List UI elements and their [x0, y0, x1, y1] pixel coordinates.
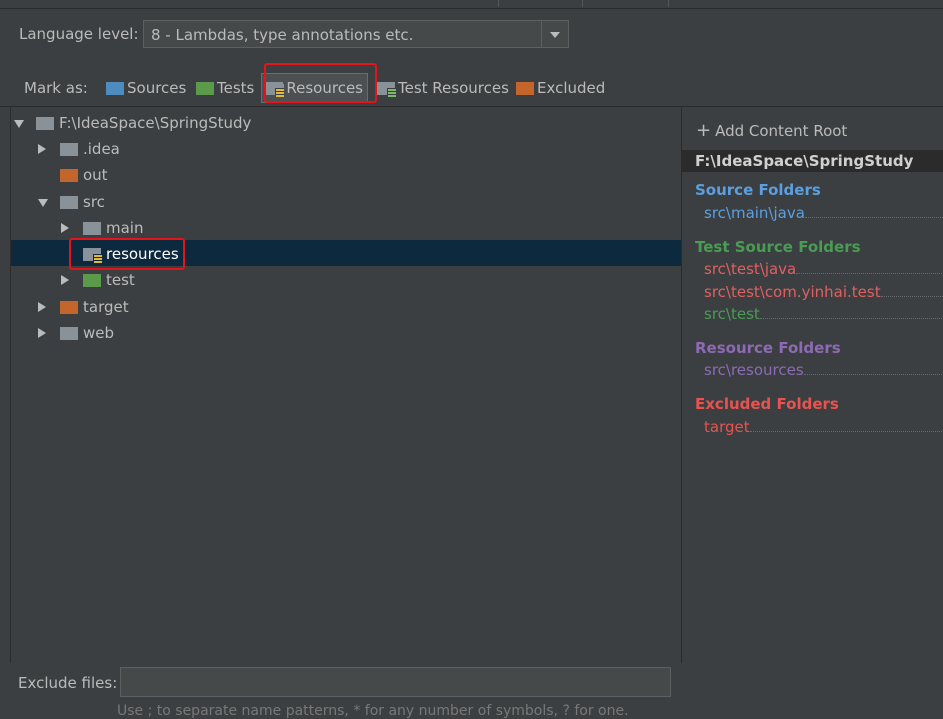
folder-icon: [60, 142, 78, 156]
tree-node-out[interactable]: out: [38, 162, 108, 188]
expand-arrow-icon[interactable]: [38, 140, 52, 158]
mark-tests-button[interactable]: Tests: [192, 73, 258, 103]
mark-tests-label: Tests: [217, 79, 255, 97]
language-level-select[interactable]: 8 - Lambdas, type annotations etc.: [143, 20, 569, 48]
test-source-folder-entry[interactable]: src\test\java: [704, 260, 943, 278]
add-content-root-button[interactable]: + Add Content Root: [696, 120, 847, 141]
exclude-files-input[interactable]: [120, 667, 671, 697]
folder-resources-icon: [266, 81, 285, 97]
exclude-files-label: Exclude files:: [18, 674, 118, 692]
excluded-folder-entry[interactable]: target: [704, 418, 943, 436]
mark-resources-button[interactable]: Resources: [261, 73, 368, 103]
mark-excluded-label: Excluded: [537, 79, 606, 97]
mark-sources-button[interactable]: Sources: [102, 73, 190, 103]
plus-icon: +: [696, 120, 712, 141]
tree-node-label: test: [106, 271, 135, 289]
excluded-folders-title: Excluded Folders: [695, 395, 839, 413]
add-content-root-label: Add Content Root: [715, 122, 848, 140]
resource-folder-entry[interactable]: src\resources: [704, 361, 943, 379]
mark-excluded-button[interactable]: Excluded: [512, 73, 609, 103]
mark-as-label: Mark as:: [24, 79, 88, 97]
top-tab-strip: [0, 0, 943, 9]
tree-node-web[interactable]: web: [38, 320, 114, 346]
tree-node-label: main: [106, 219, 144, 237]
folder-tree: [11, 107, 681, 663]
chevron-down-icon: [550, 32, 560, 38]
expand-arrow-icon[interactable]: [38, 324, 52, 342]
content-root-header: F:\IdeaSpace\SpringStudy: [682, 150, 943, 172]
tree-node-label: target: [83, 298, 129, 316]
mark-test-resources-button[interactable]: Test Resources: [373, 73, 513, 103]
folder-tests-icon: [196, 81, 214, 95]
tree-node-label: .idea: [83, 140, 120, 158]
expand-arrow-icon[interactable]: [61, 271, 75, 289]
dropdown-button[interactable]: [541, 21, 568, 47]
folder-sources-icon: [106, 81, 124, 95]
exclude-files-hint: Use ; to separate name patterns, * for a…: [117, 703, 629, 719]
tree-node-target[interactable]: target: [38, 294, 129, 320]
tab-divider: [498, 0, 499, 7]
mark-sources-label: Sources: [127, 79, 187, 97]
folder-icon: [83, 221, 101, 235]
test-source-folder-entry[interactable]: src\test\com.yinhai.test: [704, 283, 943, 301]
folder-excluded-icon: [60, 168, 78, 182]
folder-excluded-icon: [516, 81, 534, 95]
mark-resources-label: Resources: [286, 79, 363, 97]
tree-node-resources[interactable]: resources: [61, 241, 179, 267]
tree-root-label: F:\IdeaSpace\SpringStudy: [59, 114, 252, 132]
resource-folders-title: Resource Folders: [695, 339, 841, 357]
test-source-folder-entry[interactable]: src\test: [704, 305, 943, 323]
tree-node-label: src: [83, 193, 105, 211]
expand-arrow-icon[interactable]: [38, 298, 52, 316]
expand-arrow-icon[interactable]: [14, 114, 28, 132]
folder-icon: [60, 195, 78, 209]
language-level-label: Language level:: [19, 25, 139, 43]
content-root-path: F:\IdeaSpace\SpringStudy: [695, 152, 914, 170]
content-root-panel: + Add Content Root F:\IdeaSpace\SpringStu…: [682, 107, 943, 663]
folder-test-resources-icon: [377, 81, 396, 97]
collapse-arrow-icon[interactable]: [38, 193, 52, 211]
tree-node-idea[interactable]: .idea: [38, 136, 120, 162]
folder-icon: [36, 116, 54, 130]
tree-node-label: web: [83, 324, 115, 342]
folder-resources-icon: [83, 247, 102, 263]
tree-node-main[interactable]: main: [61, 215, 143, 241]
source-folder-entry[interactable]: src\main\java: [704, 204, 943, 222]
folder-tests-icon: [83, 273, 101, 287]
mark-test-resources-label: Test Resources: [398, 79, 509, 97]
source-folders-title: Source Folders: [695, 181, 821, 199]
tree-node-label: out: [83, 166, 108, 184]
tab-divider: [582, 0, 583, 7]
language-level-value: 8 - Lambdas, type annotations etc.: [151, 26, 414, 44]
tree-node-test[interactable]: test: [61, 267, 135, 293]
test-source-folders-title: Test Source Folders: [695, 238, 861, 256]
tree-root[interactable]: F:\IdeaSpace\SpringStudy: [14, 110, 251, 136]
folder-icon: [60, 326, 78, 340]
folder-excluded-icon: [60, 300, 78, 314]
tree-node-src[interactable]: src: [38, 189, 105, 215]
tree-node-label: resources: [106, 245, 179, 263]
tab-divider: [668, 0, 669, 7]
expand-arrow-icon[interactable]: [61, 219, 75, 237]
